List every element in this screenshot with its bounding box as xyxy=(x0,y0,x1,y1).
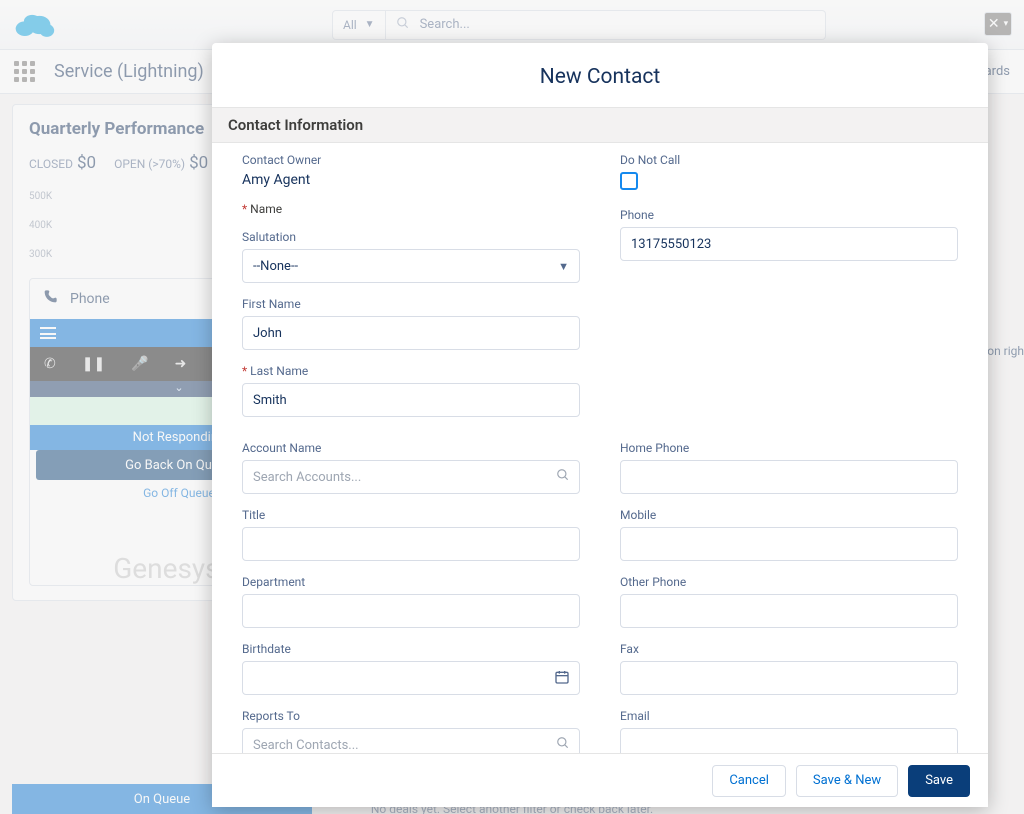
do-not-call-label: Do Not Call xyxy=(620,153,958,167)
department-input[interactable] xyxy=(242,594,580,628)
home-phone-label: Home Phone xyxy=(620,441,958,455)
phone-input[interactable] xyxy=(620,227,958,261)
save-button[interactable]: Save xyxy=(908,765,970,797)
fax-label: Fax xyxy=(620,642,958,656)
new-contact-modal: New Contact Contact Information Contact … xyxy=(212,43,988,807)
account-name-label: Account Name xyxy=(242,441,580,455)
modal-title: New Contact xyxy=(212,43,988,107)
birthdate-label: Birthdate xyxy=(242,642,580,656)
last-name-label: Last Name xyxy=(242,364,580,378)
birthdate-input[interactable] xyxy=(242,661,580,695)
modal-footer: Cancel Save & New Save xyxy=(212,753,988,807)
mobile-input[interactable] xyxy=(620,527,958,561)
save-and-new-button[interactable]: Save & New xyxy=(796,765,898,797)
cancel-button[interactable]: Cancel xyxy=(712,765,786,797)
calendar-icon[interactable] xyxy=(554,669,570,689)
fax-input[interactable] xyxy=(620,661,958,695)
contact-owner-value: Amy Agent xyxy=(242,172,580,188)
do-not-call-checkbox[interactable] xyxy=(620,172,638,190)
home-phone-input[interactable] xyxy=(620,460,958,494)
phone-label: Phone xyxy=(620,208,958,222)
first-name-input[interactable] xyxy=(242,316,580,350)
reports-to-label: Reports To xyxy=(242,709,580,723)
title-label: Title xyxy=(242,508,580,522)
search-icon xyxy=(556,468,570,486)
search-icon xyxy=(556,736,570,753)
mobile-label: Mobile xyxy=(620,508,958,522)
salutation-label: Salutation xyxy=(242,230,580,244)
email-input[interactable] xyxy=(620,728,958,753)
other-phone-input[interactable] xyxy=(620,594,958,628)
name-label: Name xyxy=(242,202,580,216)
title-input[interactable] xyxy=(242,527,580,561)
first-name-label: First Name xyxy=(242,297,580,311)
last-name-input[interactable] xyxy=(242,383,580,417)
email-label: Email xyxy=(620,709,958,723)
salutation-select[interactable]: --None-- ▼ xyxy=(242,249,580,283)
reports-to-lookup[interactable] xyxy=(242,728,580,753)
section-contact-information: Contact Information xyxy=(212,107,988,143)
chevron-down-icon: ▼ xyxy=(558,260,569,273)
modal-form-body[interactable]: Contact Owner Amy Agent Name Salutation … xyxy=(212,143,988,753)
contact-owner-label: Contact Owner xyxy=(242,153,580,167)
salutation-value: --None-- xyxy=(253,259,298,274)
department-label: Department xyxy=(242,575,580,589)
account-name-lookup[interactable] xyxy=(242,460,580,494)
other-phone-label: Other Phone xyxy=(620,575,958,589)
